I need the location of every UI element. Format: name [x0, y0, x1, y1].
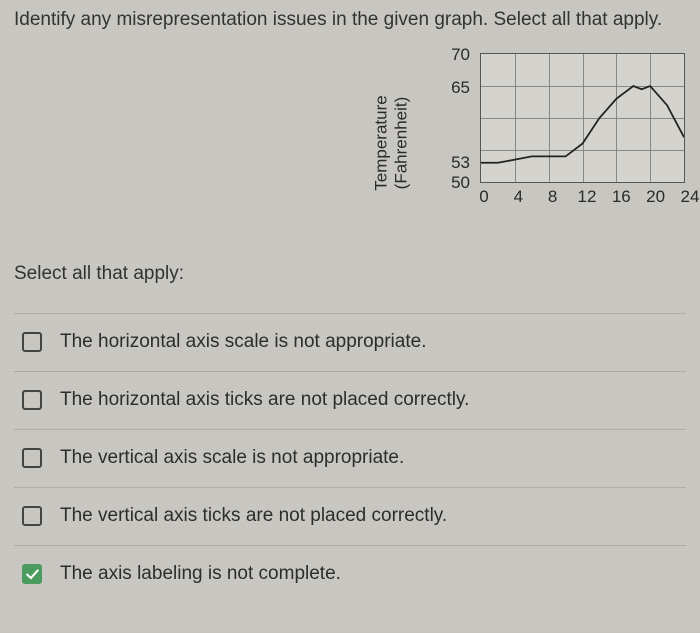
x-tick: 8 [543, 187, 563, 207]
option-label: The vertical axis ticks are not placed c… [60, 505, 447, 527]
checkbox[interactable] [22, 506, 42, 526]
chart: Temperature (Fahrenheit) 70 65 53 50 0 4… [14, 43, 686, 223]
instructions-text: Select all that apply: [14, 263, 686, 285]
checkbox[interactable] [22, 390, 42, 410]
option-row: The horizontal axis ticks are not placed… [14, 371, 686, 429]
options-list: The horizontal axis scale is not appropr… [14, 313, 686, 603]
y-tick: 70 [440, 45, 470, 65]
x-tick-labels: 0 4 8 12 16 20 24 [474, 187, 700, 207]
x-tick: 24 [680, 187, 700, 207]
checkbox[interactable] [22, 448, 42, 468]
y-tick: 53 [440, 153, 470, 173]
y-tick-labels: 70 65 53 50 [444, 43, 474, 203]
checkbox[interactable] [22, 332, 42, 352]
option-label: The horizontal axis ticks are not placed… [60, 389, 469, 411]
option-row: The vertical axis ticks are not placed c… [14, 487, 686, 545]
y-axis-label-wrap: Temperature (Fahrenheit) [394, 43, 434, 203]
y-axis-label-line2: (Fahrenheit) [392, 95, 412, 190]
option-label: The vertical axis scale is not appropria… [60, 447, 404, 469]
chart-plot-area [480, 53, 685, 183]
checkbox[interactable] [22, 564, 42, 584]
option-label: The horizontal axis scale is not appropr… [60, 331, 426, 353]
option-row: The vertical axis scale is not appropria… [14, 429, 686, 487]
option-row: The axis labeling is not complete. [14, 545, 686, 603]
y-axis-label: Temperature (Fahrenheit) [372, 95, 412, 190]
question-text: Identify any misrepresentation issues in… [14, 8, 686, 33]
x-tick: 0 [474, 187, 494, 207]
y-tick: 50 [440, 173, 470, 193]
y-tick: 65 [440, 78, 470, 98]
y-axis-label-line1: Temperature [372, 95, 391, 190]
x-tick: 4 [508, 187, 528, 207]
x-tick: 12 [577, 187, 597, 207]
x-tick: 20 [646, 187, 666, 207]
option-label: The axis labeling is not complete. [60, 563, 341, 585]
x-tick: 16 [611, 187, 631, 207]
option-row: The horizontal axis scale is not appropr… [14, 313, 686, 371]
